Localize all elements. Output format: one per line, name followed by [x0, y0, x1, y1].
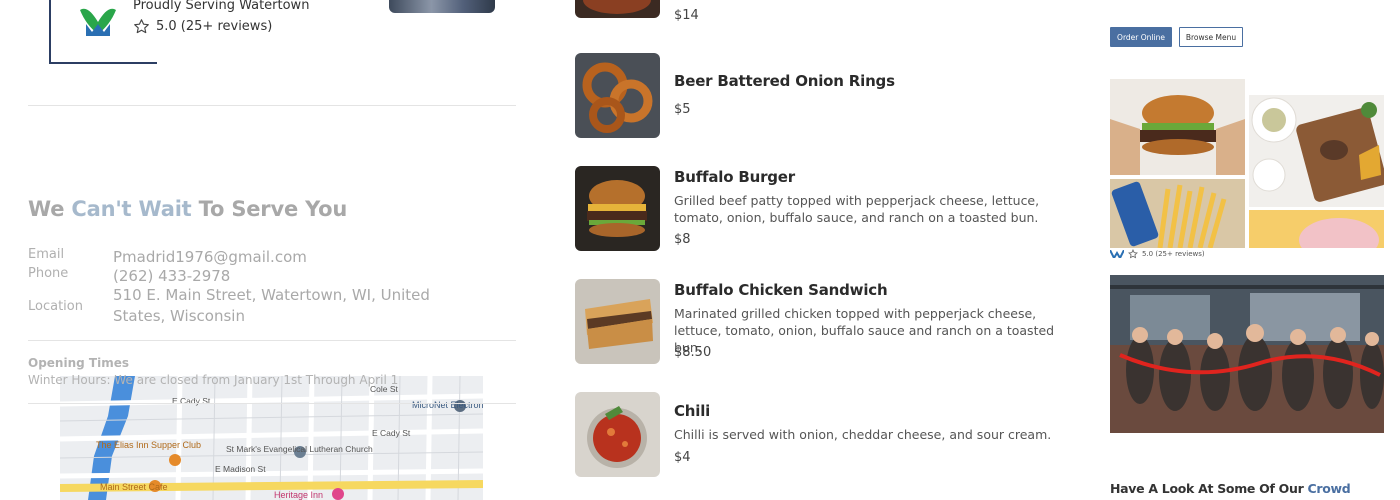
contact-location-row: Location 510 E. Main Street, Watertown, … — [28, 285, 473, 327]
location-map[interactable]: Cole St E Cady St MicroNet Electronics, … — [60, 376, 483, 500]
map-label: Heritage Inn — [274, 490, 323, 500]
email-label: Email — [28, 247, 65, 262]
menu-item-image[interactable] — [575, 166, 660, 251]
menu-item-name[interactable]: Buffalo Chicken Sandwich — [674, 281, 888, 299]
menu-item-name[interactable]: Chili — [674, 402, 710, 420]
mini-logo-icon — [1110, 250, 1124, 258]
crowd-heading: Have A Look At Some Of Our Crowd — [1110, 481, 1351, 496]
map-label: MicroNet Electronics, LLC — [412, 400, 483, 410]
divider — [28, 340, 516, 341]
menu-item-price: $4 — [674, 450, 691, 465]
map-label: E Cady St — [172, 396, 211, 406]
location-value: 510 E. Main Street, Watertown, WI, Unite… — [113, 286, 430, 325]
menu-item-name[interactable]: Beer Battered Onion Rings — [674, 72, 895, 90]
divider — [28, 105, 516, 106]
order-online-button[interactable]: Order Online — [1110, 27, 1172, 47]
mini-rating: 5.0 (25+ reviews) — [1110, 249, 1205, 259]
menu-item-image[interactable] — [575, 53, 660, 138]
brand-logo — [78, 2, 118, 36]
map-label: St Mark's Evangelical Lutheran Church — [226, 444, 373, 454]
contact-heading: We Can't Wait To Serve You — [28, 197, 348, 221]
menu-item-price: $5 — [674, 102, 691, 117]
menu-item-price: $8.50 — [674, 345, 712, 360]
map-label: E Cady St — [372, 428, 411, 438]
brand-title: Proudly Serving Watertown — [133, 0, 310, 13]
collage-icecream-photo — [1249, 210, 1384, 248]
ribbon-cutting-photo — [1110, 275, 1384, 433]
location-label: Location — [28, 298, 83, 314]
menu-item-image[interactable] — [575, 279, 660, 364]
brand-rating: 5.0 (25+ reviews) — [133, 18, 272, 35]
opening-times-title: Opening Times — [28, 356, 129, 370]
email-value[interactable]: Pmadrid1976@gmail.com — [113, 247, 307, 268]
star-icon — [1128, 249, 1138, 259]
collage-burger-photo — [1110, 79, 1245, 175]
menu-item-description: Chilli is served with onion, cheddar che… — [674, 427, 1052, 442]
divider — [28, 403, 516, 404]
collage-fries-photo — [1110, 179, 1245, 248]
map-label: Main Street Cafe — [100, 482, 168, 492]
collage-platter-photo — [1249, 95, 1384, 207]
map-label: E Madison St — [215, 464, 266, 474]
menu-item-image[interactable] — [575, 0, 660, 18]
mini-rating-text: 5.0 (25+ reviews) — [1142, 250, 1205, 258]
browse-menu-button[interactable]: Browse Menu — [1179, 27, 1243, 47]
opening-times-text: Winter Hours: We are closed from January… — [28, 373, 399, 387]
menu-item-image[interactable] — [575, 392, 660, 477]
menu-item-description: Marinated grilled chicken topped with pe… — [674, 306, 1055, 355]
contact-email-row: Email Pmadrid1976@gmail.com — [28, 247, 307, 268]
header-photo — [389, 0, 495, 13]
phone-value[interactable]: (262) 433-2978 — [113, 266, 230, 287]
brand-rating-text: 5.0 (25+ reviews) — [156, 19, 273, 34]
contact-phone-row: Phone (262) 433-2978 — [28, 266, 230, 287]
menu-item-name[interactable]: Buffalo Burger — [674, 168, 795, 186]
phone-label: Phone — [28, 266, 69, 281]
menu-item-description: Grilled beef patty topped with pepperjac… — [674, 193, 1040, 225]
map-label: The Elias Inn Supper Club — [96, 440, 201, 450]
star-icon — [134, 19, 149, 34]
menu-item-price: $8 — [674, 232, 691, 247]
menu-item-price: $14 — [674, 8, 699, 23]
